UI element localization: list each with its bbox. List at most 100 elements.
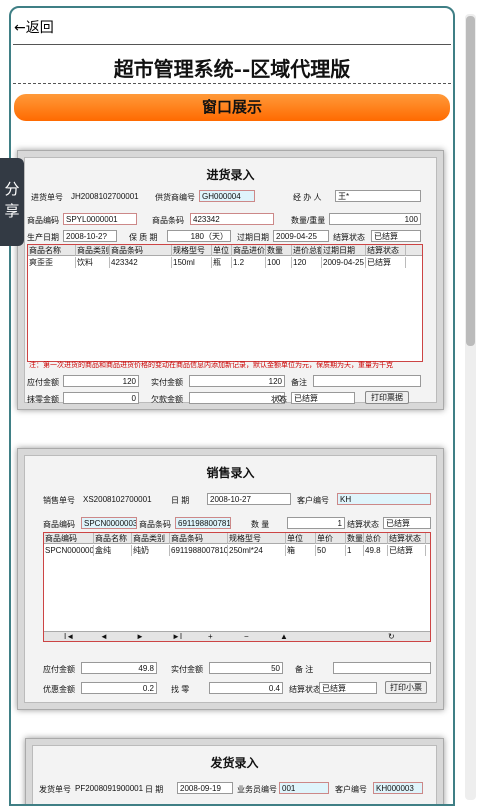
column-header[interactable]: 数量 <box>266 245 292 256</box>
label: 抹零金额 <box>27 395 59 404</box>
column-header[interactable]: 总价 <box>364 533 388 544</box>
salesman-field[interactable]: 001 <box>279 782 329 794</box>
production-date-field[interactable]: 2008-10-2? <box>63 230 117 242</box>
remark-field[interactable] <box>333 662 431 674</box>
sales-window: 销售录入 销售单号 XS2008102700001 日 期 2008-10-27… <box>24 455 437 703</box>
column-header[interactable]: 商品名称 <box>94 533 132 544</box>
label: 进货单号 <box>31 193 63 202</box>
nav-button[interactable]: ◄ <box>100 632 108 642</box>
label: 发货单号 <box>39 785 71 794</box>
page-title: 超市管理系统--区域代理版 <box>113 57 351 81</box>
print-ticket-button[interactable]: 打印小票 <box>385 681 427 694</box>
share-char: 享 <box>4 202 20 220</box>
column-header[interactable]: 商品条码 <box>170 533 228 544</box>
nav-button[interactable]: I◄ <box>64 632 74 642</box>
column-header[interactable]: 单位 <box>212 245 232 256</box>
window-title: 销售录入 <box>206 466 255 480</box>
column-header[interactable]: 商品进价 <box>232 245 266 256</box>
nav-button[interactable]: ► <box>136 632 144 642</box>
date-field[interactable]: 2008-10-27 <box>207 493 291 505</box>
supplier-field[interactable]: GH000004 <box>199 190 255 202</box>
payable-field[interactable]: 49.8 <box>81 662 157 674</box>
discount-field[interactable]: 0.2 <box>81 682 157 694</box>
table-cell: 1.2 <box>232 257 266 268</box>
nav-button[interactable]: − <box>244 632 249 642</box>
remark-field[interactable] <box>313 375 421 387</box>
label: 客户编号 <box>335 785 367 794</box>
shipping-screenshot: 发货录入 发货单号 PF2008091900001 日 期 2008-09-19… <box>25 738 444 804</box>
expiry-date-field[interactable]: 2009-04-25 <box>273 230 329 242</box>
share-tab[interactable]: 分 享 <box>0 158 24 246</box>
date-field[interactable]: 2008-09-19 <box>177 782 233 794</box>
label: 状态 <box>271 395 287 404</box>
scrollbar-thumb[interactable] <box>466 16 475 346</box>
label: 结算状态 <box>347 520 379 529</box>
product-code-field[interactable]: SPYL0000001 <box>63 213 137 225</box>
status-select[interactable]: 已结算 <box>291 392 355 404</box>
column-header[interactable]: 进价总额 <box>292 245 322 256</box>
content-frame: ←返回 超市管理系统--区域代理版 窗口展示 进货录入 进货单号 JH20081… <box>9 6 455 806</box>
column-header[interactable]: 规格型号 <box>172 245 212 256</box>
table-cell: 50 <box>316 545 346 556</box>
label: 数 量 <box>251 520 270 529</box>
sales-screenshot: 销售录入 销售单号 XS2008102700001 日 期 2008-10-27… <box>17 448 444 710</box>
paid-field[interactable]: 50 <box>209 662 283 674</box>
operator-select[interactable]: 王* <box>335 190 421 202</box>
payable-field[interactable]: 120 <box>63 375 139 387</box>
status-select[interactable]: 已结算 <box>319 682 377 694</box>
record-navigator[interactable]: I◄ ◄ ► ►I + − ▲ ↻ <box>44 631 430 641</box>
settle-status-select[interactable]: 已结算 <box>371 230 421 242</box>
barcode-field[interactable]: 6911988007810 <box>175 517 231 529</box>
column-header[interactable]: 单价 <box>316 533 346 544</box>
paid-field[interactable]: 120 <box>189 375 285 387</box>
purchase-screenshot: 进货录入 进货单号 JH2008102700001 供货商编号 GH000004… <box>17 150 444 410</box>
column-header[interactable]: 过期日期 <box>322 245 366 256</box>
label: 经 办 人 <box>293 193 322 202</box>
change-field[interactable]: 0.4 <box>209 682 283 694</box>
scrollbar[interactable] <box>465 14 476 800</box>
table-header: 商品编码 商品名称 商品类别 商品条码 规格型号 单位 单价 数量 总价 结算状态 <box>44 533 430 544</box>
label: 客户编号 <box>297 496 329 505</box>
label: 保 质 期 <box>129 233 158 242</box>
order-number: PF2008091900001 <box>75 784 144 793</box>
column-header[interactable]: 商品名称 <box>28 245 76 256</box>
window-title: 发货录入 <box>210 756 259 770</box>
label: 实付金额 <box>171 665 203 674</box>
customer-field[interactable]: KH <box>337 493 431 505</box>
shelf-life-field[interactable]: 180（天） <box>167 230 231 242</box>
table-cell: 6911988007810 <box>171 545 228 556</box>
label: 实付金额 <box>151 378 183 387</box>
back-link[interactable]: ←返回 <box>14 17 54 37</box>
column-header[interactable]: 结算状态 <box>366 245 406 256</box>
label: 应付金额 <box>43 665 75 674</box>
shipping-window: 发货录入 发货单号 PF2008091900001 日 期 2008-09-19… <box>32 745 437 804</box>
order-number: JH2008102700001 <box>71 192 139 201</box>
settle-status-select[interactable]: 已结算 <box>383 517 431 529</box>
label: 业务员编号 <box>237 785 277 794</box>
nav-button[interactable]: ►I <box>172 632 182 642</box>
share-char: 分 <box>4 180 20 198</box>
table-cell: 250ml*24 <box>228 545 286 556</box>
table-cell: SPCN0000003 <box>45 545 94 556</box>
product-code-field[interactable]: SPCN0000003 <box>81 517 137 529</box>
customer-field[interactable]: KH000003 <box>373 782 423 794</box>
column-header[interactable]: 商品条码 <box>110 245 172 256</box>
column-header[interactable]: 单位 <box>286 533 316 544</box>
label: 日 期 <box>145 785 164 794</box>
column-header[interactable]: 商品类别 <box>132 533 170 544</box>
table-cell: 49.8 <box>364 545 388 556</box>
print-receipt-button[interactable]: 打印票据 <box>365 391 409 404</box>
column-header[interactable]: 数量 <box>346 533 364 544</box>
rounding-field[interactable]: 0 <box>63 392 139 404</box>
column-header[interactable]: 结算状态 <box>388 533 426 544</box>
quantity-field[interactable]: 100 <box>329 213 421 225</box>
nav-button[interactable]: ↻ <box>388 632 395 642</box>
nav-button[interactable]: ▲ <box>280 632 288 642</box>
table-cell: 已结算 <box>366 257 406 268</box>
nav-button[interactable]: + <box>208 632 213 642</box>
quantity-field[interactable]: 1 <box>287 517 345 529</box>
column-header[interactable]: 商品类别 <box>76 245 110 256</box>
barcode-field[interactable]: 423342 <box>190 213 274 225</box>
column-header[interactable]: 规格型号 <box>228 533 286 544</box>
column-header[interactable]: 商品编码 <box>44 533 94 544</box>
